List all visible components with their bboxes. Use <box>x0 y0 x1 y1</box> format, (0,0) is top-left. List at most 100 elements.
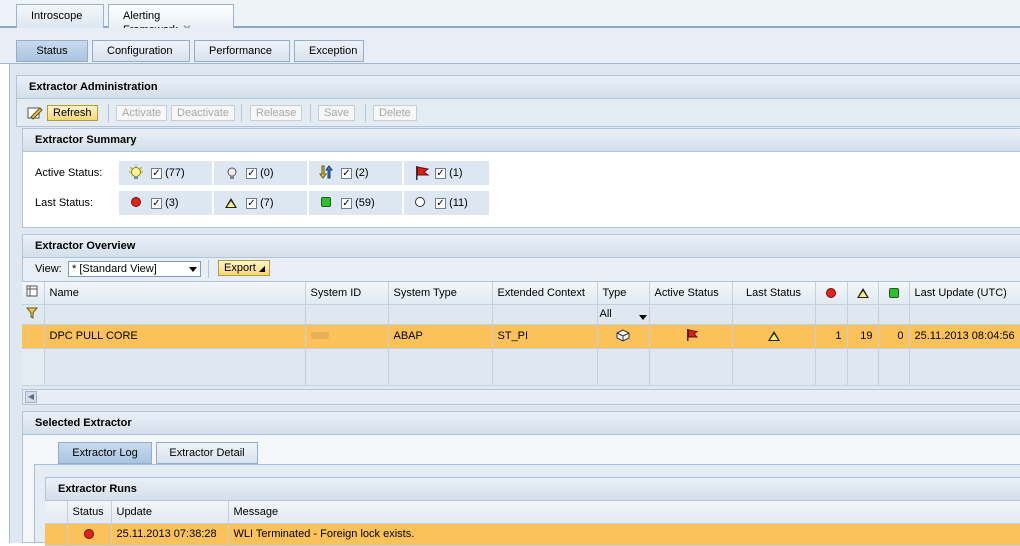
filter-cell[interactable] <box>878 304 910 325</box>
checkmark: ✓ <box>435 167 446 179</box>
col-yellow-count[interactable] <box>847 282 879 305</box>
table-header-row: Status Update Message <box>45 501 1020 524</box>
active-flag-checkbox[interactable]: ✓ (1) <box>435 167 463 179</box>
filter-cell[interactable] <box>305 304 389 325</box>
button-label: Refresh <box>53 107 92 119</box>
filter-cell[interactable] <box>815 304 848 325</box>
col-last-update[interactable]: Last Update (UTC) <box>909 282 1020 305</box>
type-filter-select[interactable]: All <box>597 304 650 325</box>
last-status-label: Last Status: <box>35 197 94 209</box>
red-status-icon <box>67 523 112 546</box>
col-last-status[interactable]: Last Status <box>732 282 816 305</box>
edit-pencil-icon[interactable] <box>27 106 43 120</box>
filter-cell[interactable] <box>909 304 1020 325</box>
filter-cell[interactable] <box>44 304 306 325</box>
row-selector[interactable] <box>22 324 45 349</box>
button-label: Activate <box>122 107 162 119</box>
tab-exception[interactable]: Exception <box>294 40 364 62</box>
checkmark: ✓ <box>341 197 352 209</box>
row-system-id-blurred <box>305 324 389 349</box>
red-flag-icon <box>649 324 733 349</box>
horizontal-scrollbar[interactable]: ◀ <box>22 389 1020 405</box>
release-button[interactable]: Release <box>250 105 303 121</box>
col-red-count[interactable] <box>815 282 848 305</box>
table-row[interactable]: 25.11.2013 07:38:28 WLI Terminated - For… <box>45 523 1020 546</box>
count: (0) <box>260 167 274 179</box>
col-update[interactable]: Update <box>111 501 229 524</box>
row-extended-context: ST_PI <box>492 324 598 349</box>
active-off-checkbox[interactable]: ✓ (0) <box>246 167 274 179</box>
activate-button[interactable]: Activate <box>116 105 168 121</box>
tab-extractor-detail[interactable]: Extractor Detail <box>156 442 258 464</box>
filter-cell[interactable] <box>649 304 733 325</box>
button-label: Release <box>256 107 297 119</box>
col-green-count[interactable] <box>878 282 910 305</box>
col-status[interactable]: Status <box>67 501 112 524</box>
chevron-down-icon <box>189 267 197 272</box>
toolbar-separator <box>108 104 109 122</box>
refresh-button[interactable]: Refresh <box>47 105 98 121</box>
export-button[interactable]: Export ◢ <box>218 260 271 276</box>
tab-performance[interactable]: Performance <box>194 40 290 62</box>
tab-extractor-log[interactable]: Extractor Log <box>58 442 152 464</box>
checkmark: ✓ <box>435 197 446 209</box>
filter-cell[interactable] <box>847 304 879 325</box>
row-selector[interactable] <box>45 523 68 546</box>
col-extended-context[interactable]: Extended Context <box>492 282 598 305</box>
tab-label: Configuration <box>107 45 173 57</box>
delete-button[interactable]: Delete <box>373 105 417 121</box>
last-red-checkbox[interactable]: ✓ (3) <box>151 197 179 209</box>
col-name[interactable]: Name <box>44 282 306 305</box>
filter-cell[interactable] <box>388 304 493 325</box>
tab-label: Introscope <box>31 10 83 22</box>
tab-label: Status <box>36 45 68 57</box>
row-red-count: 1 <box>815 324 848 349</box>
col-message[interactable]: Message <box>228 501 1020 524</box>
active-on-checkbox[interactable]: ✓ (77) <box>151 167 185 179</box>
last-green-checkbox[interactable]: ✓ (59) <box>341 197 375 209</box>
panel-title: Selected Extractor <box>35 417 132 429</box>
runs-panel-header: Extractor Runs <box>45 477 1020 501</box>
selected-panel-header: Selected Extractor <box>22 411 1020 435</box>
col-system-id[interactable]: System ID <box>305 282 389 305</box>
status-content: Extractor Administration Refresh Activat… <box>9 64 1020 546</box>
grey-circle-icon <box>415 197 425 207</box>
runs-table: Status Update Message 25.11.2013 07:38:2… <box>45 501 1020 546</box>
count: (1) <box>449 167 463 179</box>
table-row[interactable]: DPC PULL CORE ABAP ST_PI 1 19 0 25.11.20… <box>22 324 1020 349</box>
tab-alerting-framework[interactable]: Alerting Framework✕ <box>108 4 234 36</box>
last-yellow-checkbox[interactable]: ✓ (7) <box>246 197 274 209</box>
row-name: DPC PULL CORE <box>44 324 306 349</box>
view-select[interactable]: * [Standard View] <box>68 261 201 277</box>
empty-row <box>22 348 1020 386</box>
yellow-triangle-icon <box>225 198 237 209</box>
last-undefined-checkbox[interactable]: ✓ (11) <box>435 197 468 209</box>
filter-cell[interactable] <box>492 304 598 325</box>
tab-status[interactable]: Status <box>16 40 88 62</box>
row-message: WLI Terminated - Foreign lock exists. <box>228 523 1020 546</box>
col-active-status[interactable]: Active Status <box>649 282 733 305</box>
count: (7) <box>260 197 274 209</box>
filter-icon[interactable] <box>22 304 45 325</box>
toolbar-separator <box>241 104 242 122</box>
yellow-triangle-icon <box>732 324 816 349</box>
active-status-label: Active Status: <box>35 167 103 179</box>
button-label: Delete <box>379 107 411 119</box>
col-type[interactable]: Type <box>597 282 650 305</box>
panel-title: Extractor Summary <box>35 134 137 146</box>
checkmark: ✓ <box>151 197 162 209</box>
col-system-type[interactable]: System Type <box>388 282 493 305</box>
scroll-left-icon[interactable]: ◀ <box>25 391 37 403</box>
row-selector[interactable] <box>22 348 45 386</box>
save-button[interactable]: Save <box>318 105 356 121</box>
tab-label: Exception <box>309 45 358 57</box>
active-transition-checkbox[interactable]: ✓ (2) <box>341 167 369 179</box>
tab-introscope[interactable]: Introscope <box>16 4 104 28</box>
table-header-row: Name System ID System Type Extended Cont… <box>22 282 1020 305</box>
column-settings-icon[interactable] <box>22 282 45 305</box>
tab-configuration[interactable]: Configuration <box>92 40 190 62</box>
button-label: Save <box>324 107 350 119</box>
toolbar-separator <box>365 104 366 122</box>
filter-cell[interactable] <box>732 304 816 325</box>
deactivate-button[interactable]: Deactivate <box>171 105 235 121</box>
